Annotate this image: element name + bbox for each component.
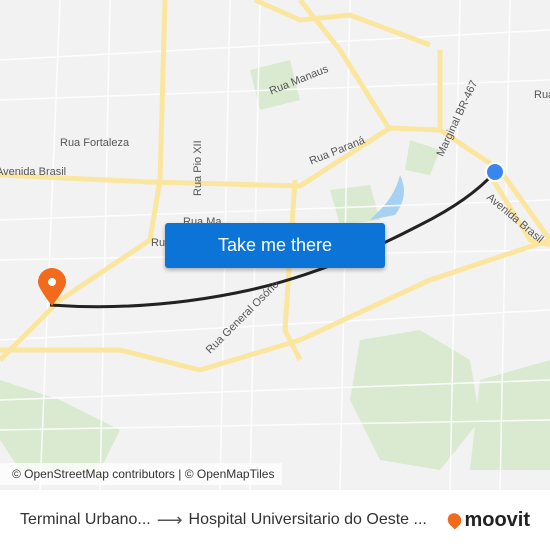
arrow-right-icon: ⟶ [156,509,183,530]
origin-marker[interactable] [485,162,505,182]
destination-name: Hospital Universitario do Oeste ... [188,511,427,528]
moovit-pin-icon [445,510,465,530]
street-label: Avenida Brasil [0,166,67,178]
street-label: Rua Fortaleza [60,137,130,149]
take-me-there-button[interactable]: Take me there [165,223,385,268]
map-attribution[interactable]: © OpenStreetMap contributors | © OpenMap… [0,463,283,485]
moovit-logo: moovit [445,508,530,532]
route-footer: Terminal Urbano... ⟶ Hospital Universita… [0,490,550,550]
street-label: Rua Pio XII [192,140,204,196]
origin-name: Terminal Urbano... [20,511,151,528]
moovit-wordmark: moovit [464,508,530,531]
street-label: Ru [151,237,166,249]
map[interactable]: Rua Manaus Rua Fortaleza Avenida Brasil … [0,0,550,490]
street-label: Rua [534,89,550,101]
